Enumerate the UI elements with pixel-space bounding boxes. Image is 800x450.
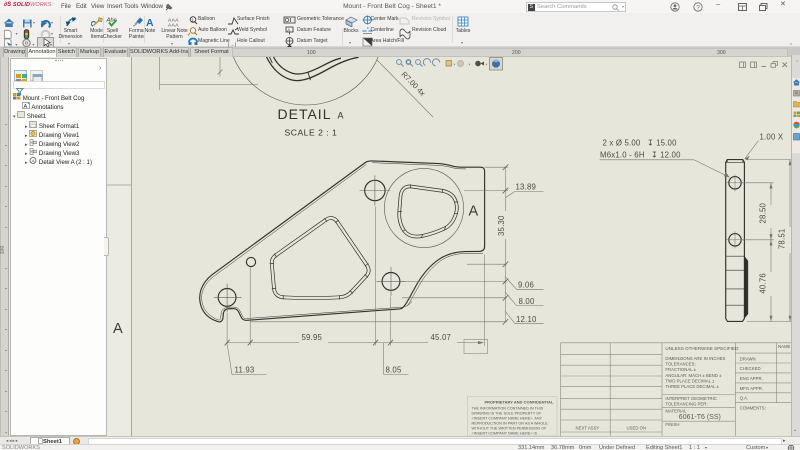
svg-text:A: A xyxy=(146,17,154,27)
svg-text:?: ? xyxy=(696,4,700,11)
svg-text:MFG APPR.: MFG APPR. xyxy=(740,386,763,391)
svg-text:6061-T6 (SS): 6061-T6 (SS) xyxy=(679,414,721,421)
svg-text:DETAIL: DETAIL xyxy=(278,106,332,122)
svg-text:WITHOUT THE WRITTEN PERMISSION: WITHOUT THE WRITTEN PERMISSION OF xyxy=(472,427,548,431)
svg-text:TOLERANCING PER:: TOLERANCING PER: xyxy=(665,401,707,406)
svg-text:AAA: AAA xyxy=(168,23,179,28)
svg-text:COMMENTS:: COMMENTS: xyxy=(740,406,766,411)
svg-text:13.89: 13.89 xyxy=(516,183,537,192)
svg-text:A: A xyxy=(113,321,123,337)
svg-text:NEXT ASSY: NEXT ASSY xyxy=(576,426,600,431)
svg-text:▾: ▾ xyxy=(454,63,456,67)
svg-text:40.76: 40.76 xyxy=(759,273,768,294)
svg-text:▾: ▾ xyxy=(469,63,471,67)
svg-text:DIMENSIONS ARE IN INCHES: DIMENSIONS ARE IN INCHES xyxy=(665,356,725,361)
svg-text:A: A xyxy=(24,104,28,109)
svg-text:12.10: 12.10 xyxy=(516,315,537,324)
svg-text:M6x1.0 - 6H: M6x1.0 - 6H xyxy=(600,150,645,159)
svg-text:8.00: 8.00 xyxy=(519,297,535,306)
svg-text:59.95: 59.95 xyxy=(302,333,323,342)
svg-text:A: A xyxy=(338,111,344,121)
svg-text:NAME: NAME xyxy=(778,344,791,349)
svg-text:INTERPRET GEOMETRIC: INTERPRET GEOMETRIC xyxy=(665,396,717,401)
svg-text:A: A xyxy=(32,159,35,164)
svg-text:35.30: 35.30 xyxy=(497,215,506,236)
svg-text:REPRODUCTION IN PART OR AS A W: REPRODUCTION IN PART OR AS A WHOLE xyxy=(472,422,549,426)
svg-text:8.05: 8.05 xyxy=(386,366,402,375)
svg-text:TWO PLACE DECIMAL ±: TWO PLACE DECIMAL ± xyxy=(665,379,715,384)
svg-text:THE INFORMATION CONTAINED IN T: THE INFORMATION CONTAINED IN THIS xyxy=(472,407,544,411)
svg-text:<INSERT COMPANY NAME HERE>. A: <INSERT COMPANY NAME HERE>. ANY xyxy=(472,417,543,421)
svg-text:▾: ▾ xyxy=(486,63,488,67)
svg-text:28.50: 28.50 xyxy=(759,203,768,224)
svg-text:Q.A.: Q.A. xyxy=(740,395,749,400)
svg-text:9.06: 9.06 xyxy=(518,281,534,290)
svg-text:A: A xyxy=(469,204,479,220)
svg-text:THREE PLACE DECIMAL ±: THREE PLACE DECIMAL ± xyxy=(665,384,719,389)
svg-text:45.07: 45.07 xyxy=(431,333,452,342)
svg-text:11.93: 11.93 xyxy=(235,366,255,375)
svg-text:UNLESS OTHERWISE SPECIFIED:: UNLESS OTHERWISE SPECIFIED: xyxy=(665,346,739,351)
svg-text:MATERIAL: MATERIAL xyxy=(665,408,687,413)
svg-text:2 x Ø 5.00: 2 x Ø 5.00 xyxy=(603,138,641,147)
svg-text:78.51: 78.51 xyxy=(778,229,787,250)
svg-text:USED ON: USED ON xyxy=(627,426,647,431)
svg-text:CHECKED: CHECKED xyxy=(740,366,761,371)
svg-text:FRACTIONAL ±: FRACTIONAL ± xyxy=(665,367,696,372)
svg-text:PROPRIETARY AND CONFIDENTIAL: PROPRIETARY AND CONFIDENTIAL xyxy=(485,400,554,405)
svg-text:ANGULAR: MACH ± BEND ±: ANGULAR: MACH ± BEND ± xyxy=(665,373,722,378)
svg-text:ENG APPR.: ENG APPR. xyxy=(740,376,763,381)
svg-text:1.00 X: 1.00 X xyxy=(760,133,784,142)
svg-text:<INSERT COMPANY NAME HERE> IS: <INSERT COMPANY NAME HERE> IS xyxy=(472,432,538,436)
svg-text:↧ 12.00: ↧ 12.00 xyxy=(651,150,681,159)
svg-text:FINISH: FINISH xyxy=(665,422,679,427)
svg-text:DRAWING IS THE SOLE PROPERTY O: DRAWING IS THE SOLE PROPERTY OF xyxy=(472,412,543,416)
svg-text:SCALE 2 : 1: SCALE 2 : 1 xyxy=(285,128,338,138)
svg-text:TOLERANCES:: TOLERANCES: xyxy=(665,362,695,367)
svg-text:DRAWN: DRAWN xyxy=(740,356,756,361)
svg-text:↧ 15.00: ↧ 15.00 xyxy=(647,138,677,147)
